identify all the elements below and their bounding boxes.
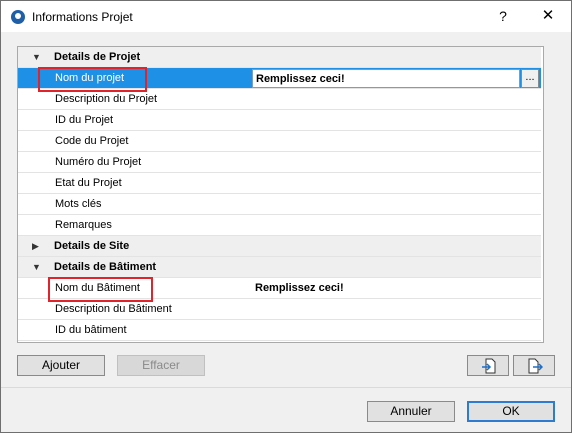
row-label: Description du Projet <box>55 93 158 105</box>
app-logo-icon <box>11 10 25 24</box>
help-button[interactable]: ? <box>491 6 515 26</box>
export-file-icon <box>528 358 543 374</box>
footer-separator <box>1 387 571 388</box>
import-file-icon <box>482 358 496 374</box>
row-label: Code du Projet <box>55 135 129 147</box>
row-label: Details de Projet <box>54 51 141 63</box>
expand-arrow-icon[interactable]: ▼ <box>32 262 41 272</box>
project-info-dialog: Informations Projet ? ✕ ▼ Details de Proj… <box>0 0 572 433</box>
add-button[interactable]: Ajouter <box>17 355 105 376</box>
row-label: Numéro du Projet <box>55 156 142 168</box>
expand-arrow-icon[interactable]: ▼ <box>32 52 41 62</box>
collapse-arrow-icon[interactable]: ▶ <box>32 241 39 252</box>
row-label: ID du bâtiment <box>55 324 127 336</box>
property-row[interactable]: Description du Bâtiment <box>18 299 541 320</box>
property-row[interactable]: Remarques <box>18 215 541 236</box>
row-label: Mots clés <box>55 198 102 210</box>
cancel-button[interactable]: Annuler <box>367 401 455 422</box>
value-text[interactable]: Remplissez ceci! <box>255 282 344 294</box>
value-input[interactable]: Remplissez ceci! <box>252 69 520 88</box>
row-label: Remarques <box>55 219 112 231</box>
project-info-tree: ▼ Details de Projet Nom du projet Remplisse… <box>17 46 544 343</box>
group-row[interactable]: ▼ Details de Projet <box>18 47 541 68</box>
title-bar: Informations Projet ? ✕ <box>1 1 571 32</box>
group-row[interactable]: ▶ Details de Site <box>18 236 541 257</box>
property-row[interactable]: Code du Projet <box>18 131 541 152</box>
property-row[interactable]: Etat du Projet <box>18 173 541 194</box>
highlight-box-project-name <box>38 67 147 92</box>
property-row[interactable]: ID du Projet <box>18 110 541 131</box>
vertical-scrollbar[interactable]: ▲ ▼ <box>543 47 544 342</box>
property-row[interactable]: ID du bâtiment <box>18 320 541 341</box>
row-label: Details de Bâtiment <box>54 261 157 273</box>
property-row[interactable]: Numéro du Projet <box>18 152 541 173</box>
export-button[interactable] <box>513 355 555 376</box>
row-label: ID du Projet <box>55 114 114 126</box>
ok-button[interactable]: OK <box>467 401 555 422</box>
highlight-box-building-name <box>48 277 153 302</box>
close-button[interactable]: ✕ <box>535 6 561 26</box>
scroll-up-icon[interactable]: ▲ <box>543 47 544 61</box>
window-title: Informations Projet <box>32 10 133 24</box>
delete-button[interactable]: Effacer <box>117 355 205 376</box>
value-text: Remplissez ceci! <box>256 73 345 85</box>
group-row[interactable]: ▼ Details de Bâtiment <box>18 257 541 278</box>
row-label: Etat du Projet <box>55 177 122 189</box>
property-row[interactable]: Description du Projet <box>18 89 541 110</box>
property-row[interactable]: Mots clés <box>18 194 541 215</box>
import-button[interactable] <box>467 355 509 376</box>
row-label: Description du Bâtiment <box>55 303 172 315</box>
scroll-down-icon[interactable]: ▼ <box>543 328 544 342</box>
browse-button[interactable]: ... <box>521 69 539 88</box>
row-label: Details de Site <box>54 240 130 252</box>
